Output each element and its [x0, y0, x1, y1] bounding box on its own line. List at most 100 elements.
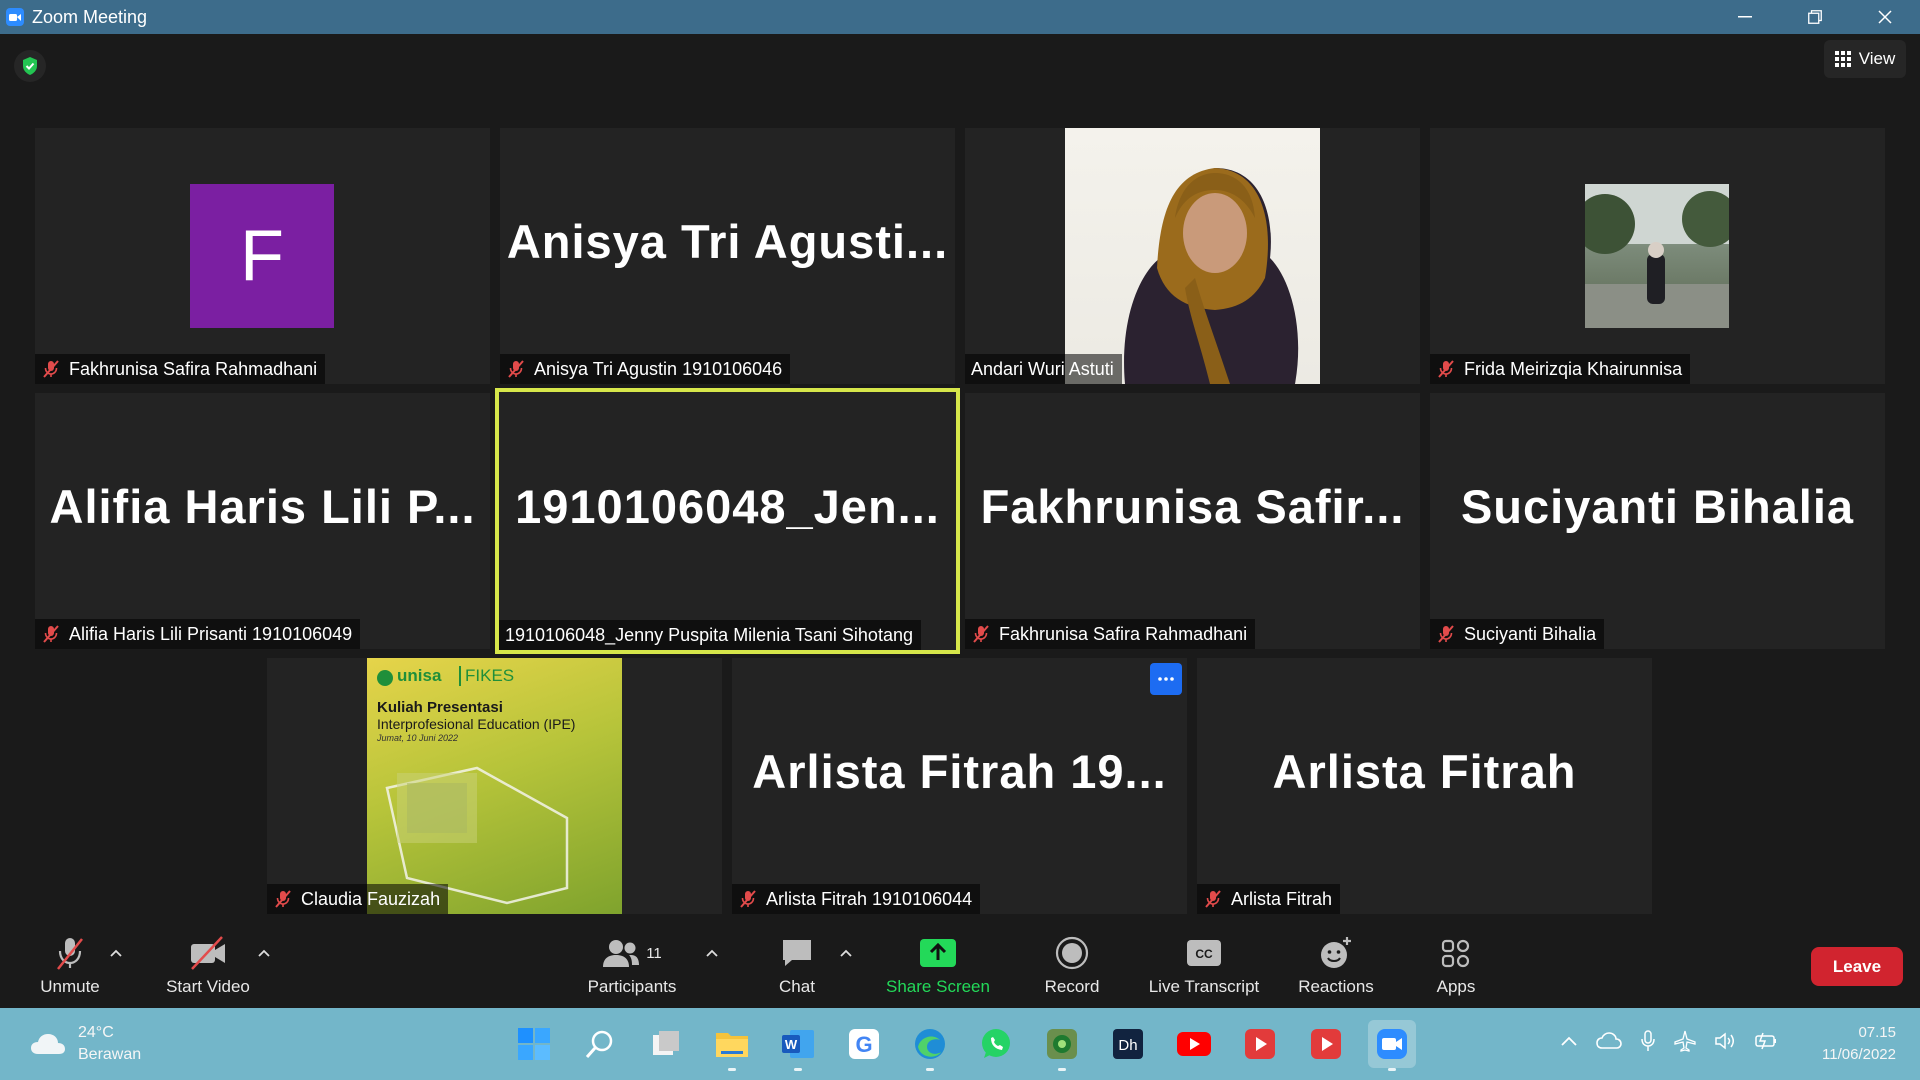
- taskbar-word[interactable]: W: [774, 1020, 822, 1071]
- participant-tile[interactable]: Andari Wuri Astuti: [965, 128, 1420, 384]
- slide-date: Jumat, 10 Juni 2022: [377, 733, 459, 743]
- leave-button[interactable]: Leave: [1811, 947, 1903, 986]
- taskbar-app-green[interactable]: [1038, 1020, 1086, 1071]
- edge-icon: [915, 1029, 945, 1059]
- word-icon: W: [782, 1030, 814, 1058]
- shared-slide: unisa FIKES Kuliah Presentasi Interprofe…: [367, 658, 622, 914]
- meeting-stage: View F Fakhrunisa Safira Rahmadhani Anis…: [0, 34, 1920, 1006]
- participant-tile[interactable]: Arlista Fitrah 19... Arlista Fitrah 1910…: [732, 658, 1187, 914]
- restore-button[interactable]: [1780, 0, 1850, 34]
- taskbar-zoom[interactable]: [1368, 1020, 1416, 1071]
- taskbar-youtube[interactable]: [1170, 1020, 1218, 1068]
- participants-button[interactable]: 11 Participants: [562, 935, 702, 997]
- participant-tile[interactable]: Suciyanti Bihalia Suciyanti Bihalia: [1430, 393, 1885, 649]
- video-options-chevron-up-icon[interactable]: [256, 945, 272, 961]
- apps-button[interactable]: Apps: [1386, 935, 1526, 997]
- clock-time: 07.15: [1858, 1024, 1896, 1041]
- minimize-button[interactable]: [1710, 0, 1780, 34]
- unmute-label: Unmute: [40, 977, 100, 996]
- participants-count: 11: [646, 944, 662, 962]
- participant-tile[interactable]: unisa FIKES Kuliah Presentasi Interprofe…: [267, 658, 722, 914]
- onedrive-cloud-icon[interactable]: [1596, 1032, 1622, 1050]
- participant-tile[interactable]: Frida Meirizqia Khairunnisa: [1430, 128, 1885, 384]
- taskbar-video-app-2[interactable]: [1302, 1020, 1350, 1068]
- clock[interactable]: 07.15 11/06/2022: [1822, 1022, 1896, 1066]
- participant-video: [1065, 128, 1320, 384]
- whatsapp-icon: [982, 1029, 1010, 1058]
- airplane-mode-icon[interactable]: [1674, 1030, 1696, 1052]
- microphone-icon[interactable]: [1640, 1030, 1656, 1052]
- participant-display-name: Alifia Haris Lili P...: [49, 479, 476, 533]
- record-button[interactable]: Record: [1002, 935, 1142, 997]
- zoom-app-icon: [6, 8, 24, 26]
- record-label: Record: [1044, 977, 1100, 996]
- view-button[interactable]: View: [1824, 40, 1906, 78]
- slide-subtitle: Interprofesional Education (IPE): [377, 716, 576, 732]
- taskbar-video-app-1[interactable]: [1236, 1020, 1284, 1068]
- name-tag: 1910106048_Jenny Puspita Milenia Tsani S…: [499, 620, 921, 650]
- participants-options-chevron-up-icon[interactable]: [704, 945, 720, 961]
- muted-mic-icon: [508, 360, 524, 378]
- apps-icon: [1441, 939, 1470, 968]
- participant-name: Suciyanti Bihalia: [1464, 623, 1597, 644]
- taskbar-chrome[interactable]: G: [840, 1020, 888, 1068]
- chevron-up-icon[interactable]: [1560, 1035, 1578, 1047]
- live-transcript-button[interactable]: CC Live Transcript: [1134, 935, 1274, 997]
- slide-logo: unisa: [397, 666, 442, 685]
- windows-taskbar: 24°C Berawan W G Dh 07.15 11/06/2022: [0, 1008, 1920, 1080]
- smiley-plus-icon: [1321, 937, 1351, 968]
- start-button[interactable]: [510, 1020, 558, 1068]
- taskbar-file-explorer[interactable]: [708, 1020, 756, 1071]
- participant-name: 1910106048_Jenny Puspita Milenia Tsani S…: [505, 624, 913, 645]
- participant-tile[interactable]: Fakhrunisa Safir... Fakhrunisa Safira Ra…: [965, 393, 1420, 649]
- title-bar: Zoom Meeting: [0, 0, 1920, 34]
- start-video-label: Start Video: [166, 977, 250, 996]
- taskbar-edge[interactable]: [906, 1020, 954, 1071]
- chat-bubble-icon: [783, 940, 811, 966]
- task-view-button[interactable]: [642, 1020, 690, 1068]
- share-screen-button[interactable]: Share Screen: [868, 935, 1008, 997]
- taskbar-app-dh[interactable]: Dh: [1104, 1020, 1152, 1068]
- muted-mic-icon: [43, 625, 59, 643]
- weather-widget[interactable]: 24°C Berawan: [30, 1022, 141, 1066]
- name-tag: Fakhrunisa Safira Rahmadhani: [35, 354, 326, 384]
- participant-tile[interactable]: Alifia Haris Lili P... Alifia Haris Lili…: [35, 393, 490, 649]
- audio-options-chevron-up-icon[interactable]: [108, 945, 124, 961]
- participant-tile[interactable]: Arlista Fitrah Arlista Fitrah: [1197, 658, 1652, 914]
- muted-mic-icon: [275, 890, 291, 908]
- participant-name: Anisya Tri Agustin 1910106046: [534, 358, 783, 379]
- name-tag: Fakhrunisa Safira Rahmadhani: [965, 619, 1256, 649]
- svg-text:G: G: [855, 1032, 872, 1057]
- live-transcript-label: Live Transcript: [1148, 977, 1260, 996]
- participant-name: Claudia Fauzizah: [301, 888, 441, 909]
- weather-temperature: 24°C: [78, 1024, 114, 1041]
- search-button[interactable]: [576, 1020, 624, 1068]
- reactions-button[interactable]: Reactions: [1266, 935, 1406, 997]
- name-tag: Arlista Fitrah 1910106044: [732, 884, 981, 914]
- participant-tile[interactable]: F Fakhrunisa Safira Rahmadhani: [35, 128, 490, 384]
- security-shield-icon[interactable]: [14, 50, 46, 82]
- muted-mic-icon: [57, 938, 83, 970]
- close-button[interactable]: [1850, 0, 1920, 34]
- window-title: Zoom Meeting: [32, 6, 148, 27]
- participants-icon: [603, 940, 640, 967]
- taskbar-whatsapp[interactable]: [972, 1020, 1020, 1068]
- cloud-icon: [31, 1034, 65, 1054]
- battery-charging-icon[interactable]: [1754, 1031, 1778, 1051]
- participant-tile-active-speaker[interactable]: 1910106048_Jen... 1910106048_Jenny Puspi…: [495, 388, 960, 654]
- volume-icon[interactable]: [1714, 1031, 1736, 1051]
- participants-label: Participants: [587, 977, 677, 996]
- svg-text:CC: CC: [1195, 947, 1213, 961]
- participant-display-name: Anisya Tri Agusti...: [506, 214, 949, 268]
- chat-options-chevron-up-icon[interactable]: [838, 945, 854, 961]
- participant-name: Arlista Fitrah: [1231, 888, 1333, 909]
- name-tag: Arlista Fitrah: [1197, 884, 1341, 914]
- participant-name: Alifia Haris Lili Prisanti 1910106049: [69, 623, 353, 644]
- dh-app-icon: Dh: [1113, 1029, 1143, 1059]
- muted-mic-icon: [1205, 890, 1221, 908]
- muted-mic-icon: [1438, 625, 1454, 643]
- chrome-icon: G: [849, 1029, 879, 1059]
- share-screen-icon: [920, 939, 956, 967]
- participant-tile[interactable]: Anisya Tri Agusti... Anisya Tri Agustin …: [500, 128, 955, 384]
- slide-heading: Kuliah Presentasi: [377, 699, 503, 716]
